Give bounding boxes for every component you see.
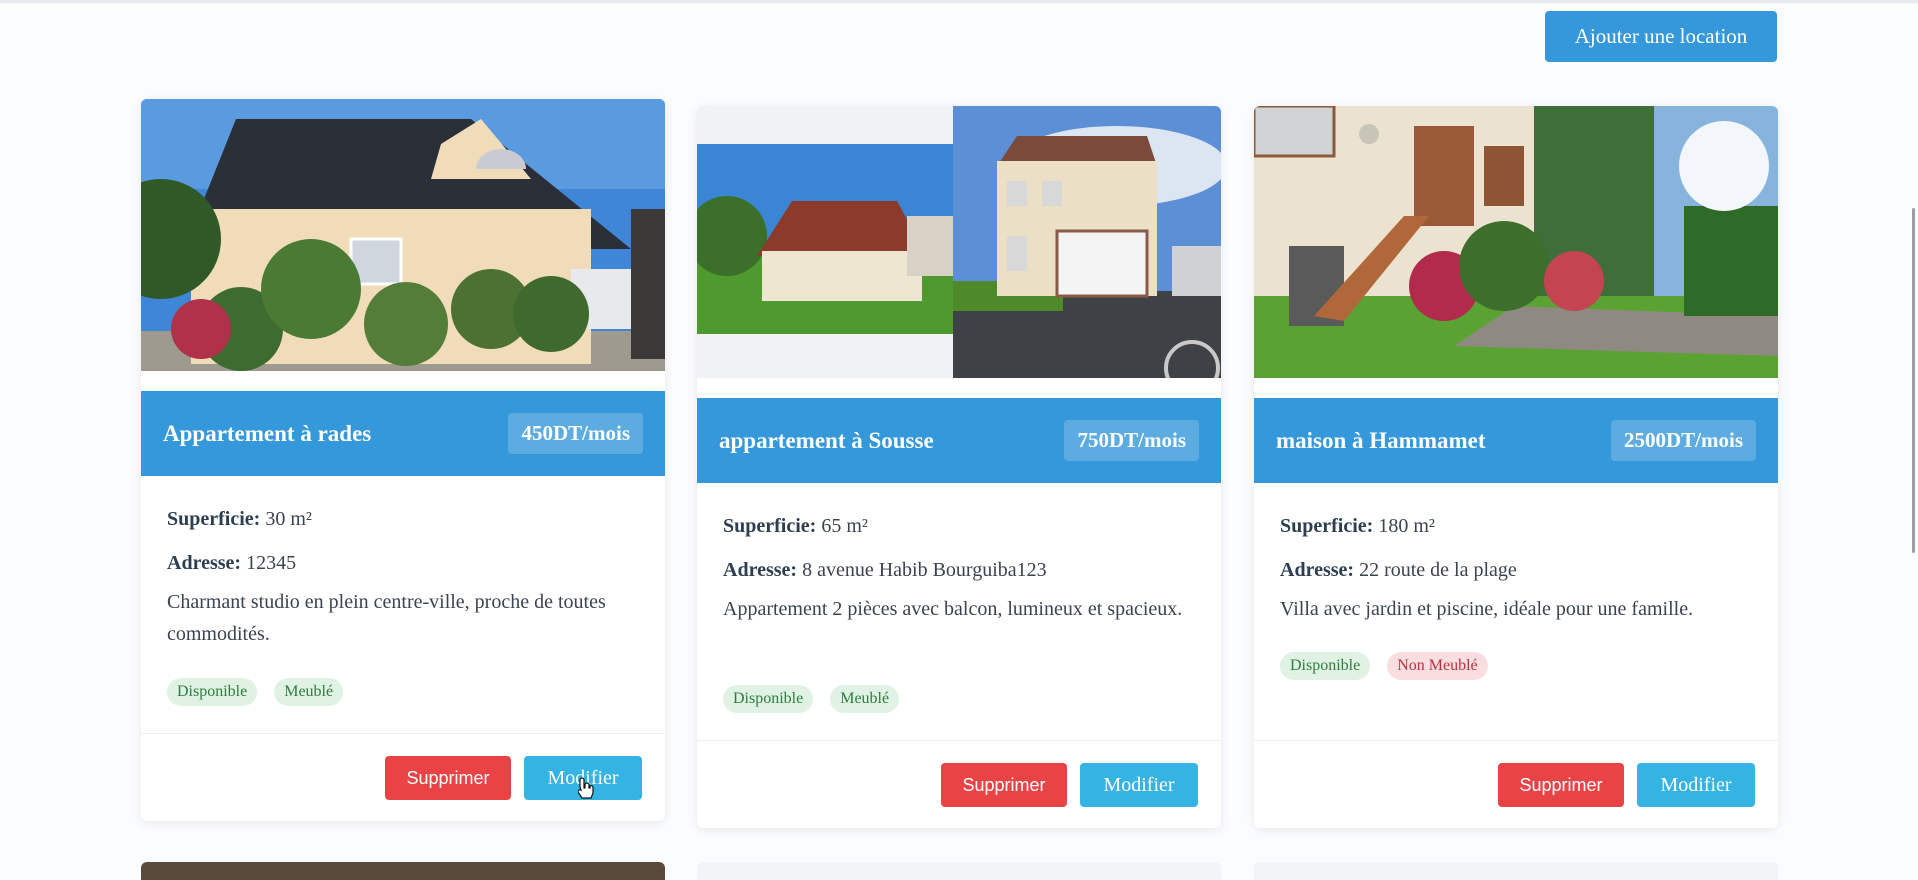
listing-badges: Disponible Meublé bbox=[167, 678, 344, 706]
status-badge: Disponible bbox=[167, 678, 258, 706]
listing-details: Superficie: 180 m² Adresse: 22 route de … bbox=[1280, 504, 1754, 625]
edit-button[interactable]: Modifier bbox=[1637, 763, 1755, 807]
card-divider bbox=[697, 740, 1221, 741]
adresse-label: Adresse: bbox=[723, 559, 798, 581]
edit-button[interactable]: Modifier bbox=[1080, 763, 1198, 807]
listing-header: appartement à Sousse 750DT/mois bbox=[697, 398, 1221, 483]
listing-photo bbox=[141, 99, 665, 371]
adresse-label: Adresse: bbox=[167, 552, 242, 574]
listing-photo bbox=[697, 106, 1221, 378]
superficie-label: Superficie: bbox=[167, 508, 261, 530]
delete-button[interactable]: Supprimer bbox=[385, 756, 511, 800]
status-badge: Disponible bbox=[723, 685, 814, 713]
listing-header: maison à Hammamet 2500DT/mois bbox=[1254, 398, 1778, 483]
status-badge: Disponible bbox=[1280, 652, 1371, 680]
superficie-label: Superficie: bbox=[723, 515, 817, 537]
delete-button[interactable]: Supprimer bbox=[1498, 763, 1624, 807]
listing-header: Appartement à rades 450DT/mois bbox=[141, 391, 665, 476]
adresse-value: 12345 bbox=[246, 552, 297, 574]
listing-description: Villa avec jardin et piscine, idéale pou… bbox=[1280, 598, 1694, 620]
listing-title: appartement à Sousse bbox=[719, 427, 934, 453]
listing-badges: Disponible Non Meublé bbox=[1280, 652, 1488, 680]
listing-card-partial bbox=[1254, 862, 1778, 880]
superficie-value: 180 m² bbox=[1378, 515, 1435, 537]
add-location-button[interactable]: Ajouter une location bbox=[1545, 11, 1777, 62]
listing-photo bbox=[1254, 106, 1778, 378]
adresse-label: Adresse: bbox=[1280, 559, 1355, 581]
furnished-badge: Non Meublé bbox=[1387, 652, 1488, 680]
listing-card-partial bbox=[697, 862, 1221, 880]
listing-title: maison à Hammamet bbox=[1276, 427, 1486, 453]
listing-details: Superficie: 65 m² Adresse: 8 avenue Habi… bbox=[723, 504, 1197, 625]
delete-button[interactable]: Supprimer bbox=[941, 763, 1067, 807]
listing-details: Superficie: 30 m² Adresse: 12345 Charman… bbox=[167, 497, 641, 650]
listing-price: 750DT/mois bbox=[1064, 420, 1199, 461]
listing-title: Appartement à rades bbox=[163, 420, 372, 446]
listing-description: Appartement 2 pièces avec balcon, lumine… bbox=[723, 598, 1183, 620]
listing-card-partial bbox=[141, 862, 665, 880]
card-divider bbox=[1254, 740, 1778, 741]
cursor-icon bbox=[578, 777, 594, 799]
adresse-value: 8 avenue Habib Bourguiba123 bbox=[802, 559, 1047, 581]
listing-card: appartement à Sousse 750DT/mois Superfic… bbox=[697, 106, 1221, 828]
listing-card: Appartement à rades 450DT/mois Superfici… bbox=[141, 99, 665, 821]
furnished-badge: Meublé bbox=[274, 678, 344, 706]
adresse-value: 22 route de la plage bbox=[1359, 559, 1517, 581]
superficie-value: 30 m² bbox=[265, 508, 312, 530]
top-border bbox=[0, 0, 1918, 3]
listing-card: maison à Hammamet 2500DT/mois Superficie… bbox=[1254, 106, 1778, 828]
superficie-value: 65 m² bbox=[821, 515, 868, 537]
scrollbar[interactable] bbox=[1912, 208, 1915, 553]
listing-description: Charmant studio en plein centre-ville, p… bbox=[167, 591, 606, 645]
superficie-label: Superficie: bbox=[1280, 515, 1374, 537]
card-divider bbox=[141, 733, 665, 734]
furnished-badge: Meublé bbox=[830, 685, 900, 713]
listing-price: 2500DT/mois bbox=[1610, 420, 1756, 461]
listing-price: 450DT/mois bbox=[508, 413, 643, 454]
listing-badges: Disponible Meublé bbox=[723, 685, 900, 713]
